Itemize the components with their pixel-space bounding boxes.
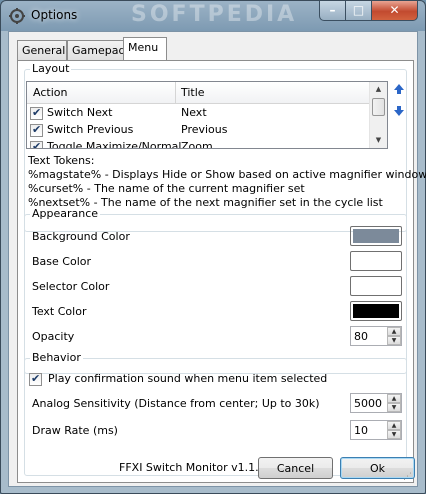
- base-color-swatch[interactable]: [350, 251, 402, 271]
- row-action: Toggle Maximize/Normal: [47, 140, 182, 149]
- close-icon: ✕: [389, 3, 400, 17]
- version-label: FFXI Switch Monitor v1.1.0: [119, 461, 266, 474]
- play-sound-label[interactable]: Play confirmation sound when menu item s…: [48, 372, 327, 385]
- analog-sensitivity-label: Analog Sensitivity (Distance from center…: [32, 397, 320, 410]
- minimize-icon: –: [329, 3, 336, 17]
- list-item[interactable]: Toggle Maximize/Normal Zoom: [27, 139, 373, 149]
- scroll-up-icon[interactable]: ▲: [370, 82, 387, 97]
- column-header-title[interactable]: Title: [181, 86, 205, 99]
- base-color-label: Base Color: [32, 255, 92, 268]
- window-title: Options: [31, 8, 78, 22]
- row-action: Switch Next: [47, 106, 113, 119]
- layout-group-title: Layout: [30, 62, 72, 75]
- column-header-action[interactable]: Action: [33, 86, 67, 99]
- arrow-down-icon[interactable]: [392, 105, 406, 119]
- tab-gamepad[interactable]: Gamepad: [67, 40, 125, 60]
- row-checkbox[interactable]: [30, 140, 43, 148]
- draw-rate-label: Draw Rate (ms): [32, 424, 118, 437]
- maximize-icon: □: [352, 3, 365, 17]
- text-color-fill: [353, 304, 399, 318]
- analog-up-icon[interactable]: ▲: [387, 394, 401, 403]
- background-color-swatch[interactable]: [350, 226, 402, 246]
- token-line: %magstate% - Displays Hide or Show based…: [28, 168, 426, 181]
- column-separator: [175, 82, 176, 104]
- opacity-input[interactable]: [353, 328, 387, 344]
- maximize-button[interactable]: □: [345, 1, 372, 21]
- scroll-thumb[interactable]: [372, 98, 385, 116]
- background-color-label: Background Color: [32, 230, 130, 243]
- draw-rate-up-icon[interactable]: ▲: [387, 421, 401, 430]
- analog-sensitivity-stepper[interactable]: ▲ ▼: [350, 393, 402, 413]
- scroll-down-icon[interactable]: ▼: [370, 133, 387, 148]
- resize-grip-icon[interactable]: ⋰: [403, 472, 415, 484]
- listview-header: Action Title: [27, 82, 373, 104]
- background-color-fill: [353, 229, 399, 243]
- row-checkbox[interactable]: [30, 106, 43, 120]
- analog-sensitivity-input[interactable]: [353, 395, 387, 411]
- row-checkbox[interactable]: [30, 123, 43, 137]
- draw-rate-stepper[interactable]: ▲ ▼: [350, 420, 402, 440]
- watermark-logo: SOFTPEDIA: [131, 2, 298, 27]
- opacity-up-icon[interactable]: ▲: [387, 327, 401, 336]
- base-color-fill: [353, 254, 399, 268]
- listview-scrollbar[interactable]: ▲ ▼: [369, 82, 387, 148]
- behavior-group-title: Behavior: [30, 351, 83, 364]
- selector-color-label: Selector Color: [32, 280, 110, 293]
- list-item[interactable]: Switch Previous Previous: [27, 122, 373, 138]
- selector-color-swatch[interactable]: [350, 276, 402, 296]
- opacity-down-icon[interactable]: ▼: [387, 336, 401, 345]
- draw-rate-input[interactable]: [353, 422, 387, 438]
- token-line: %curset% - The name of the current magni…: [28, 182, 305, 195]
- layout-listview[interactable]: Action Title Switch Next Next Switch Pre…: [26, 81, 388, 149]
- opacity-stepper[interactable]: ▲ ▼: [350, 326, 402, 346]
- row-title: Previous: [181, 123, 228, 136]
- opacity-label: Opacity: [32, 330, 75, 343]
- minimize-button[interactable]: –: [319, 1, 346, 21]
- tokens-heading: Text Tokens:: [28, 154, 95, 167]
- row-title: Zoom: [181, 140, 213, 149]
- analog-down-icon[interactable]: ▼: [387, 403, 401, 412]
- tab-general[interactable]: General: [17, 40, 67, 60]
- close-button[interactable]: ✕: [371, 1, 418, 21]
- cancel-button[interactable]: Cancel: [258, 457, 333, 479]
- row-action: Switch Previous: [47, 123, 134, 136]
- selector-color-fill: [353, 279, 399, 293]
- text-color-swatch[interactable]: [350, 301, 402, 321]
- options-window: Options SOFTPEDIA – □ ✕ General Gamepad …: [0, 0, 426, 494]
- list-item[interactable]: Switch Next Next: [27, 105, 373, 121]
- text-color-label: Text Color: [32, 305, 87, 318]
- draw-rate-down-icon[interactable]: ▼: [387, 430, 401, 439]
- menu-tab-panel: Layout Action Title Switch Next Next Swi…: [17, 60, 426, 483]
- tab-menu[interactable]: Menu: [123, 37, 167, 60]
- title-bar[interactable]: Options SOFTPEDIA – □ ✕: [1, 1, 425, 31]
- row-title: Next: [181, 106, 207, 119]
- client-area: General Gamepad Menu Layout Action Title…: [8, 31, 426, 487]
- arrow-up-icon[interactable]: [392, 83, 406, 97]
- appearance-group-title: Appearance: [30, 207, 101, 220]
- play-sound-checkbox[interactable]: [29, 372, 42, 386]
- app-icon: [9, 8, 25, 24]
